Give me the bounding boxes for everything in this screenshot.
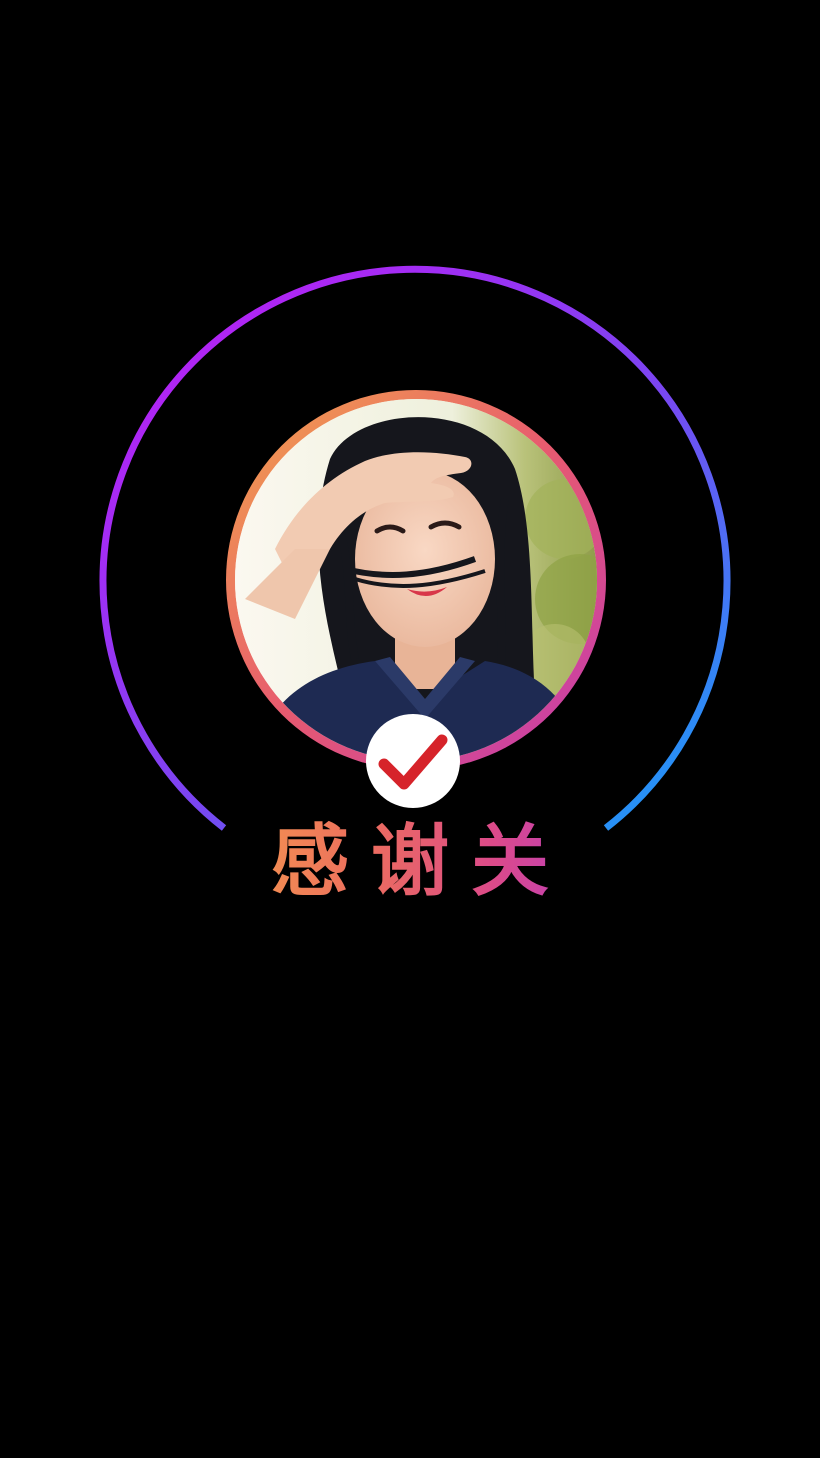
check-icon [378,734,448,790]
follow-thanks-screen: 感谢关注 [0,0,820,1458]
thanks-title: 感谢关注 [200,812,620,1007]
check-badge[interactable] [366,714,460,808]
portrait-illustration [235,399,597,761]
avatar-photo [235,399,597,761]
avatar[interactable] [226,390,606,770]
